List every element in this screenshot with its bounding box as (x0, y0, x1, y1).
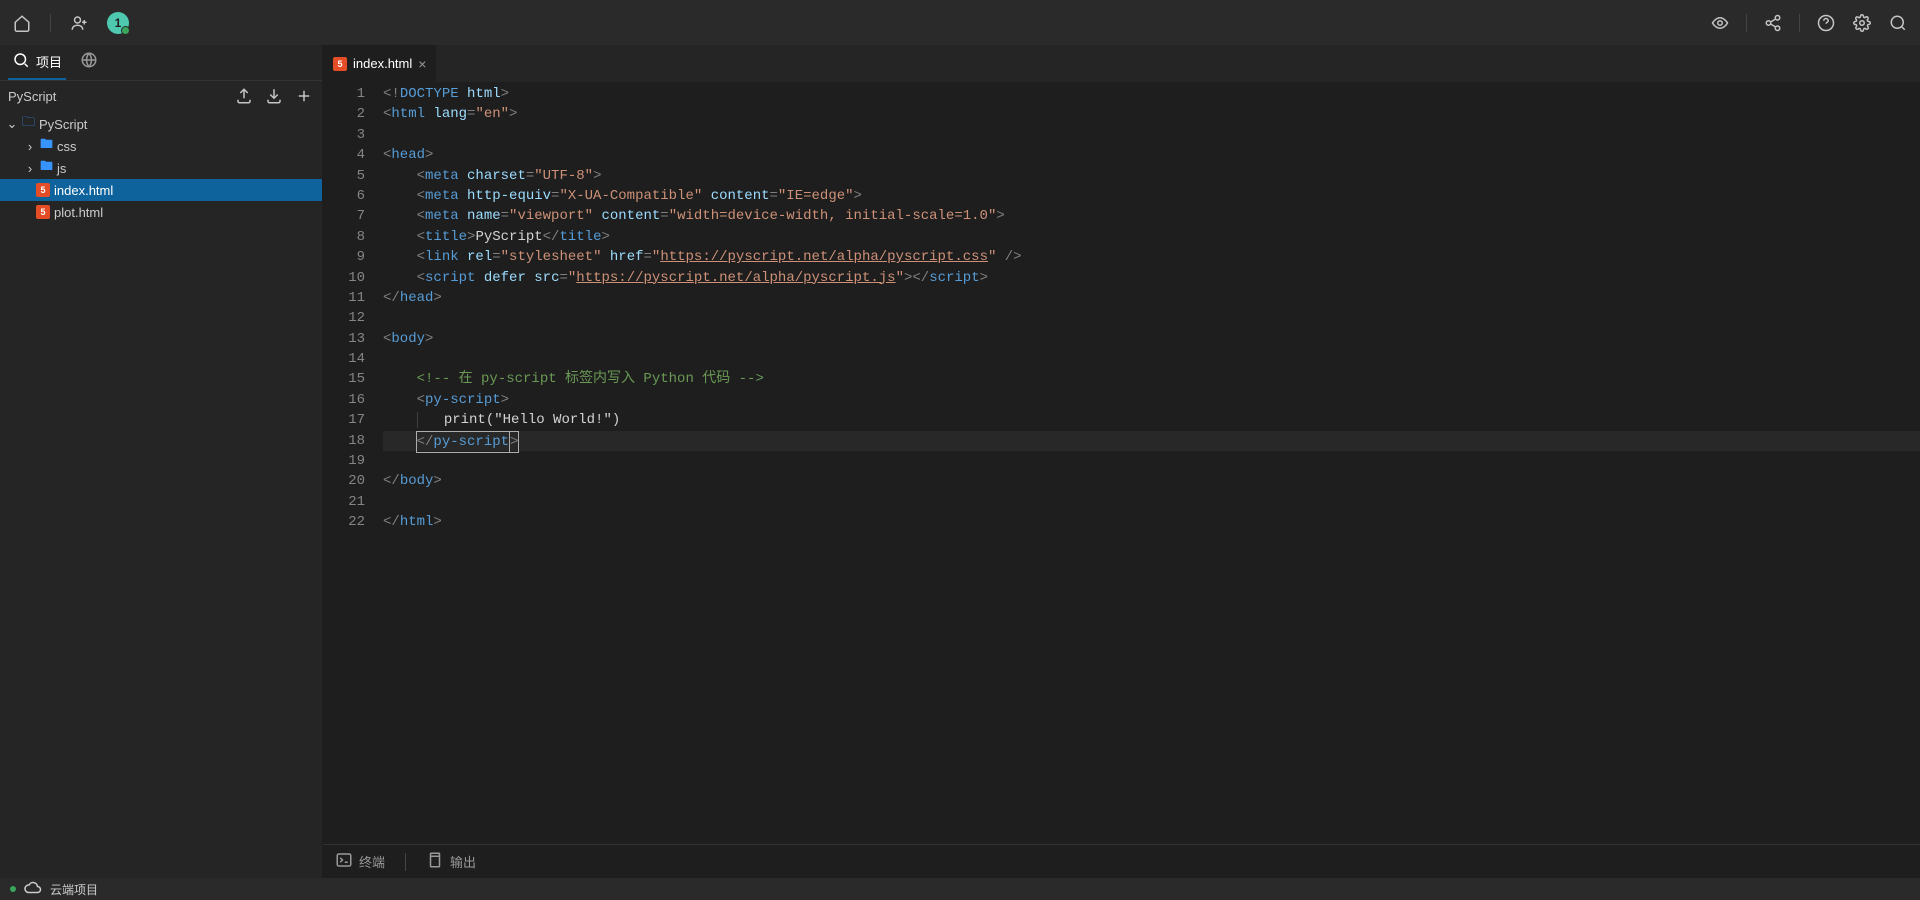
panel-terminal-label: 终端 (359, 852, 385, 871)
status-cloud-label[interactable]: 云端项目 (50, 881, 98, 898)
html-file-icon: 5 (36, 205, 50, 219)
tree-file-plot[interactable]: 5 plot.html (0, 201, 322, 223)
tree-label: js (57, 161, 66, 176)
globe-icon (80, 51, 98, 72)
separator (1746, 14, 1747, 32)
tab-project-label: 项目 (36, 52, 62, 71)
editor-tab-index[interactable]: 5 index.html × (323, 45, 437, 82)
folder-icon: 🖿 (40, 157, 53, 179)
folder-icon: 🗀 (22, 113, 35, 135)
tab-label: index.html (353, 56, 412, 71)
tab-project[interactable]: 项目 (8, 45, 66, 80)
separator (1799, 14, 1800, 32)
sidebar: 项目 PyScript ⌄ 🗀 PyScript (0, 45, 323, 878)
avatar[interactable]: 1 (107, 12, 129, 34)
separator (405, 853, 406, 871)
titlebar: 1 (0, 0, 1920, 45)
chevron-right-icon: › (24, 139, 36, 154)
tree-label: index.html (54, 183, 113, 198)
search-icon (12, 51, 30, 72)
settings-icon[interactable] (1852, 13, 1872, 33)
upload-icon[interactable] (234, 86, 254, 106)
project-header: PyScript (0, 81, 322, 111)
line-gutter: 12345678910111213141516171819202122 (323, 82, 383, 844)
tree-file-index[interactable]: 5 index.html (0, 179, 322, 201)
add-icon[interactable] (294, 86, 314, 106)
panel-bar: 终端 输出 (323, 844, 1920, 878)
panel-terminal[interactable]: 终端 (335, 851, 385, 872)
chevron-right-icon: › (24, 161, 36, 176)
tree-label: plot.html (54, 205, 103, 220)
help-icon[interactable] (1816, 13, 1836, 33)
tab-web[interactable] (76, 45, 102, 80)
preview-icon[interactable] (1710, 13, 1730, 33)
home-icon[interactable] (12, 13, 32, 33)
file-tree: ⌄ 🗀 PyScript › 🖿 css › 🖿 js (0, 111, 322, 878)
tree-folder-js[interactable]: › 🖿 js (0, 157, 322, 179)
cloud-icon (24, 879, 42, 900)
tree-label: css (57, 139, 77, 154)
editor-area: 5 index.html × 1234567891011121314151617… (323, 45, 1920, 878)
tab-bar: 5 index.html × (323, 45, 1920, 82)
close-icon[interactable]: × (418, 56, 426, 72)
html-file-icon: 5 (333, 57, 347, 71)
html-file-icon: 5 (36, 183, 50, 197)
panel-output-label: 输出 (450, 852, 476, 871)
tree-folder-root[interactable]: ⌄ 🗀 PyScript (0, 113, 322, 135)
share-icon[interactable] (1763, 13, 1783, 33)
add-user-icon[interactable] (69, 13, 89, 33)
tree-folder-css[interactable]: › 🖿 css (0, 135, 322, 157)
separator (50, 14, 51, 32)
code-editor[interactable]: 12345678910111213141516171819202122 <!DO… (323, 82, 1920, 844)
folder-icon: 🖿 (40, 135, 53, 157)
code-content[interactable]: <!DOCTYPE html><html lang="en"><head> <m… (383, 82, 1920, 844)
download-icon[interactable] (264, 86, 284, 106)
search-icon[interactable] (1888, 13, 1908, 33)
project-name: PyScript (8, 89, 56, 104)
terminal-icon (335, 851, 353, 872)
chevron-down-icon: ⌄ (6, 116, 18, 132)
tree-label: PyScript (39, 117, 87, 132)
output-icon (426, 851, 444, 872)
status-dot-icon (10, 886, 16, 892)
statusbar: 云端项目 (0, 878, 1920, 900)
panel-output[interactable]: 输出 (426, 851, 476, 872)
